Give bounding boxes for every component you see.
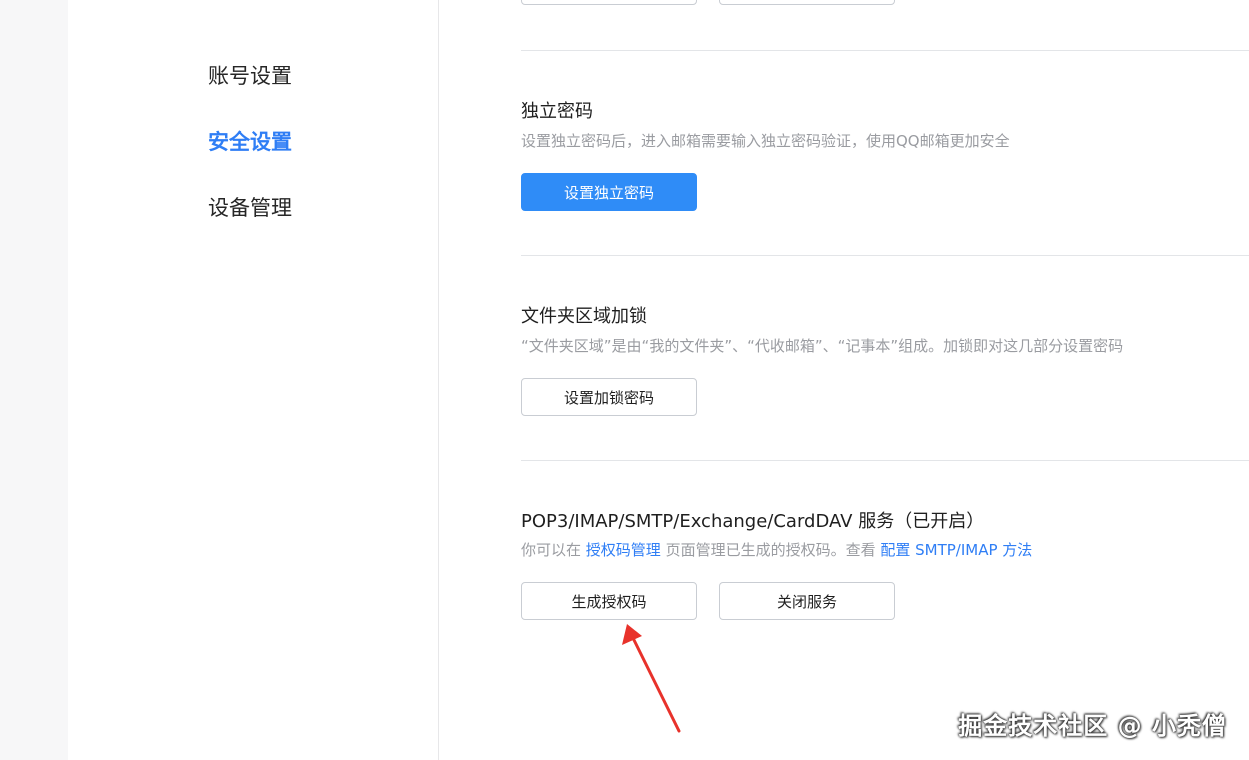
settings-page: 账号设置 安全设置 设备管理 独立密码 设置独立密码后，进入邮箱需要输入独立密码… — [0, 0, 1249, 760]
watermark: 掘金技术社区 @ 小秃僧 — [958, 712, 1227, 740]
annotation-arrow-icon — [622, 624, 681, 733]
